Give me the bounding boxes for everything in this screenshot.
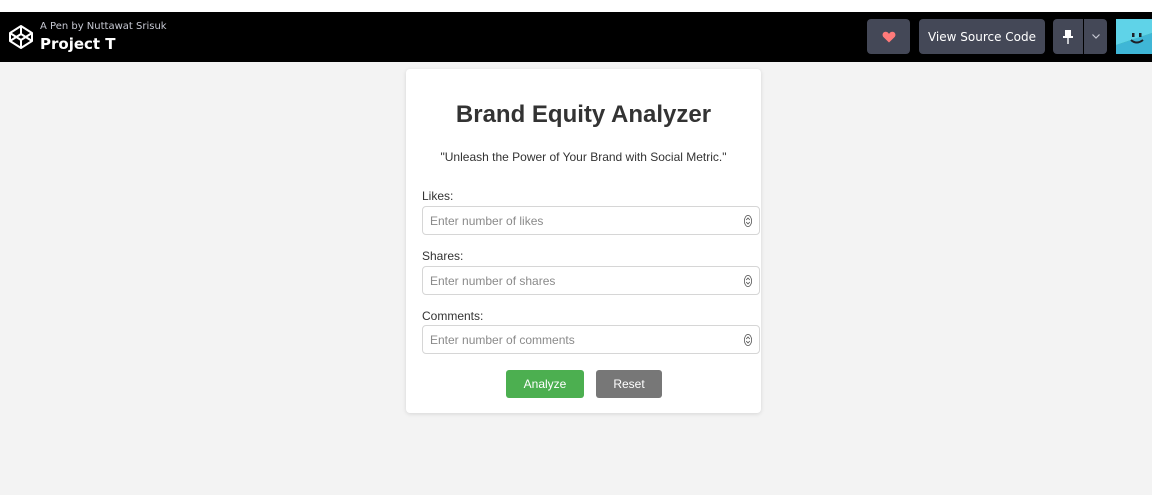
pen-header: A Pen by Nuttawat Srisuk Project T View …	[0, 12, 1152, 62]
analyzer-card: Brand Equity Analyzer "Unleash the Power…	[406, 69, 761, 413]
shares-input[interactable]: Enter number of shares	[422, 266, 760, 295]
number-spinner-icon[interactable]	[744, 275, 752, 287]
shares-label: Shares:	[422, 249, 464, 263]
pen-title: Project T	[40, 35, 116, 53]
likes-input[interactable]: Enter number of likes	[422, 206, 760, 235]
pen-author-byline[interactable]: A Pen by Nuttawat Srisuk	[40, 21, 167, 32]
page-title: Brand Equity Analyzer	[455, 101, 712, 128]
pin-icon	[1063, 29, 1073, 44]
reset-button[interactable]: Reset	[596, 370, 662, 398]
codepen-logo-icon[interactable]	[8, 24, 34, 50]
comments-input[interactable]: Enter number of comments	[422, 325, 760, 354]
preview-area: Brand Equity Analyzer "Unleash the Power…	[0, 62, 1152, 495]
likes-placeholder: Enter number of likes	[430, 214, 544, 228]
view-source-button[interactable]: View Source Code	[919, 19, 1045, 54]
analyze-button[interactable]: Analyze	[506, 370, 584, 398]
comments-placeholder: Enter number of comments	[430, 333, 575, 347]
number-spinner-icon[interactable]	[744, 215, 752, 227]
love-button[interactable]	[867, 19, 910, 54]
heart-icon	[882, 31, 895, 42]
number-spinner-icon[interactable]	[744, 334, 752, 346]
pin-button[interactable]	[1053, 19, 1083, 54]
comments-label: Comments:	[422, 309, 484, 323]
pin-menu-button[interactable]	[1084, 19, 1107, 54]
chevron-down-icon	[1091, 34, 1100, 39]
avatar[interactable]	[1116, 19, 1152, 54]
tagline: "Unleash the Power of Your Brand with So…	[440, 150, 727, 164]
likes-label: Likes:	[422, 189, 454, 203]
shares-placeholder: Enter number of shares	[430, 274, 556, 288]
